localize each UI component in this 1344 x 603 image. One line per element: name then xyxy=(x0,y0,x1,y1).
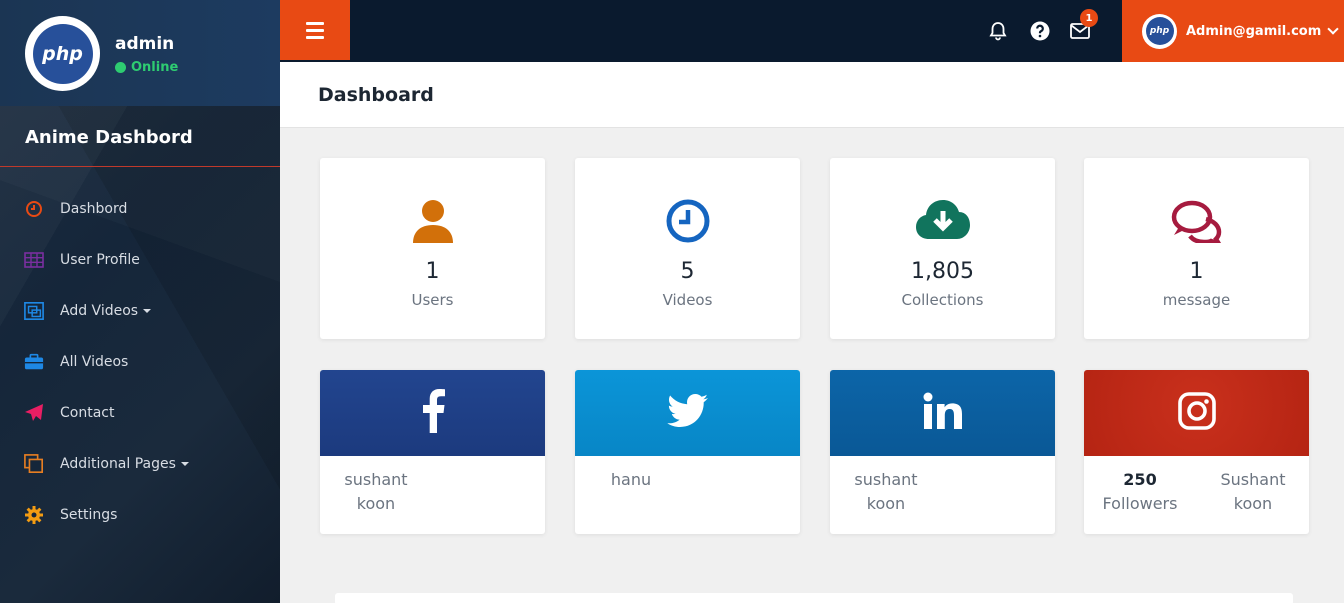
social-card-header xyxy=(1084,370,1309,456)
stat-label: Users xyxy=(411,291,454,309)
bell-icon[interactable] xyxy=(987,20,1009,42)
stat-card-messages[interactable]: 1 message xyxy=(1084,158,1309,339)
sidebar: php admin Online Anime Dashbord Dashbord… xyxy=(0,0,280,603)
social-card-body: 250 Followers Sushant koon xyxy=(1084,456,1309,534)
cloud-download-icon xyxy=(830,199,1055,245)
sidebar-item-label: Contact xyxy=(60,404,115,421)
online-dot-icon xyxy=(115,62,126,73)
page-title: Dashboard xyxy=(318,84,434,106)
stat-value: 1 xyxy=(1189,259,1204,284)
social-card-linkedin[interactable]: sushant koon xyxy=(830,370,1055,534)
profile-name: admin xyxy=(115,34,175,54)
social-name-second: koon xyxy=(866,494,906,513)
social-name: sushant koon xyxy=(342,468,410,516)
stat-card-collections[interactable]: 1,805 Collections xyxy=(830,158,1055,339)
brand-divider xyxy=(0,166,280,167)
stat-value: 1,805 xyxy=(911,259,974,284)
stat-card-users[interactable]: 1 Users xyxy=(320,158,545,339)
social-name-first: sushant xyxy=(344,470,408,489)
briefcase-icon xyxy=(24,352,44,372)
avatar[interactable]: php xyxy=(25,16,100,91)
sidebar-item-user-profile[interactable]: User Profile xyxy=(0,234,280,285)
social-name: sushant koon xyxy=(852,468,920,516)
sidebar-item-label: Dashbord xyxy=(60,200,128,217)
sidebar-item-dashboard[interactable]: Dashbord xyxy=(0,183,280,234)
social-card-instagram[interactable]: 250 Followers Sushant koon xyxy=(1084,370,1309,534)
social-card-body: sushant koon xyxy=(320,456,545,534)
grid-icon xyxy=(24,250,44,270)
social-name: hanu xyxy=(609,468,653,492)
sidebar-item-label: Settings xyxy=(60,506,118,523)
topbar: 1 php Admin@gamil.com xyxy=(280,0,1344,62)
sidebar-item-add-videos[interactable]: Add Videos xyxy=(0,285,280,336)
caret-down-icon xyxy=(180,461,189,466)
followers-stat: 250 Followers xyxy=(1098,468,1182,516)
sidebar-item-label: User Profile xyxy=(60,251,140,268)
menu-toggle-button[interactable] xyxy=(280,0,350,60)
instagram-icon xyxy=(1177,392,1216,434)
user-email: Admin@gamil.com xyxy=(1186,23,1322,39)
copy-icon xyxy=(24,453,44,474)
stat-value: 5 xyxy=(680,259,695,284)
stat-label: message xyxy=(1162,291,1231,309)
social-card-twitter[interactable]: hanu xyxy=(575,370,800,534)
stat-label: Collections xyxy=(901,291,984,309)
caret-down-icon xyxy=(143,308,152,313)
social-card-body: hanu xyxy=(575,456,800,534)
chevron-down-icon xyxy=(1327,23,1339,35)
notification-badge: 1 xyxy=(1080,9,1098,27)
comments-icon xyxy=(1084,199,1309,245)
social-card-header xyxy=(575,370,800,456)
clock-icon xyxy=(575,199,800,245)
sidebar-profile: php admin Online xyxy=(0,0,280,106)
social-name-second: koon xyxy=(1233,494,1273,513)
help-icon[interactable] xyxy=(1029,20,1051,42)
user-menu-dropdown[interactable]: php Admin@gamil.com xyxy=(1122,0,1344,62)
followers-label: Followers xyxy=(1102,494,1178,513)
sidebar-item-all-videos[interactable]: All Videos xyxy=(0,336,280,387)
app-brand[interactable]: Anime Dashbord xyxy=(25,127,193,148)
social-card-body: sushant koon xyxy=(830,456,1055,534)
clock-icon xyxy=(24,199,44,219)
profile-status-label: Online xyxy=(131,60,179,75)
sidebar-item-label: Additional Pages xyxy=(60,455,176,472)
social-name-first: Sushant xyxy=(1220,470,1286,489)
stat-value: 1 xyxy=(425,259,440,284)
avatar-logo: php xyxy=(1145,17,1174,45)
facebook-icon xyxy=(420,389,446,437)
linkedin-icon xyxy=(923,392,963,434)
social-card-facebook[interactable]: sushant koon xyxy=(320,370,545,534)
gear-icon xyxy=(24,505,44,525)
sidebar-item-contact[interactable]: Contact xyxy=(0,387,280,438)
stat-card-videos[interactable]: 5 Videos xyxy=(575,158,800,339)
user-icon xyxy=(320,199,545,245)
social-card-header xyxy=(830,370,1055,456)
social-name-first: hanu xyxy=(610,470,652,489)
twitter-icon xyxy=(666,394,709,432)
profile-status: Online xyxy=(115,60,178,75)
page-header: Dashboard xyxy=(280,62,1344,128)
content-panel xyxy=(335,593,1293,603)
sidebar-nav: Dashbord User Profile Add Videos All Vid… xyxy=(0,183,280,540)
social-name: Sushant koon xyxy=(1214,468,1292,516)
paper-plane-icon xyxy=(24,403,44,423)
social-card-header xyxy=(320,370,545,456)
sidebar-item-additional-pages[interactable]: Additional Pages xyxy=(0,438,280,489)
stat-label: Videos xyxy=(662,291,713,309)
sidebar-item-label: All Videos xyxy=(60,353,129,370)
sidebar-item-label: Add Videos xyxy=(60,302,139,319)
social-name-second: koon xyxy=(356,494,396,513)
social-name-first: sushant xyxy=(854,470,918,489)
avatar-logo: php xyxy=(32,23,93,84)
screens-icon xyxy=(24,301,44,321)
followers-count: 250 xyxy=(1123,470,1157,489)
avatar: php xyxy=(1142,13,1177,49)
sidebar-item-settings[interactable]: Settings xyxy=(0,489,280,540)
